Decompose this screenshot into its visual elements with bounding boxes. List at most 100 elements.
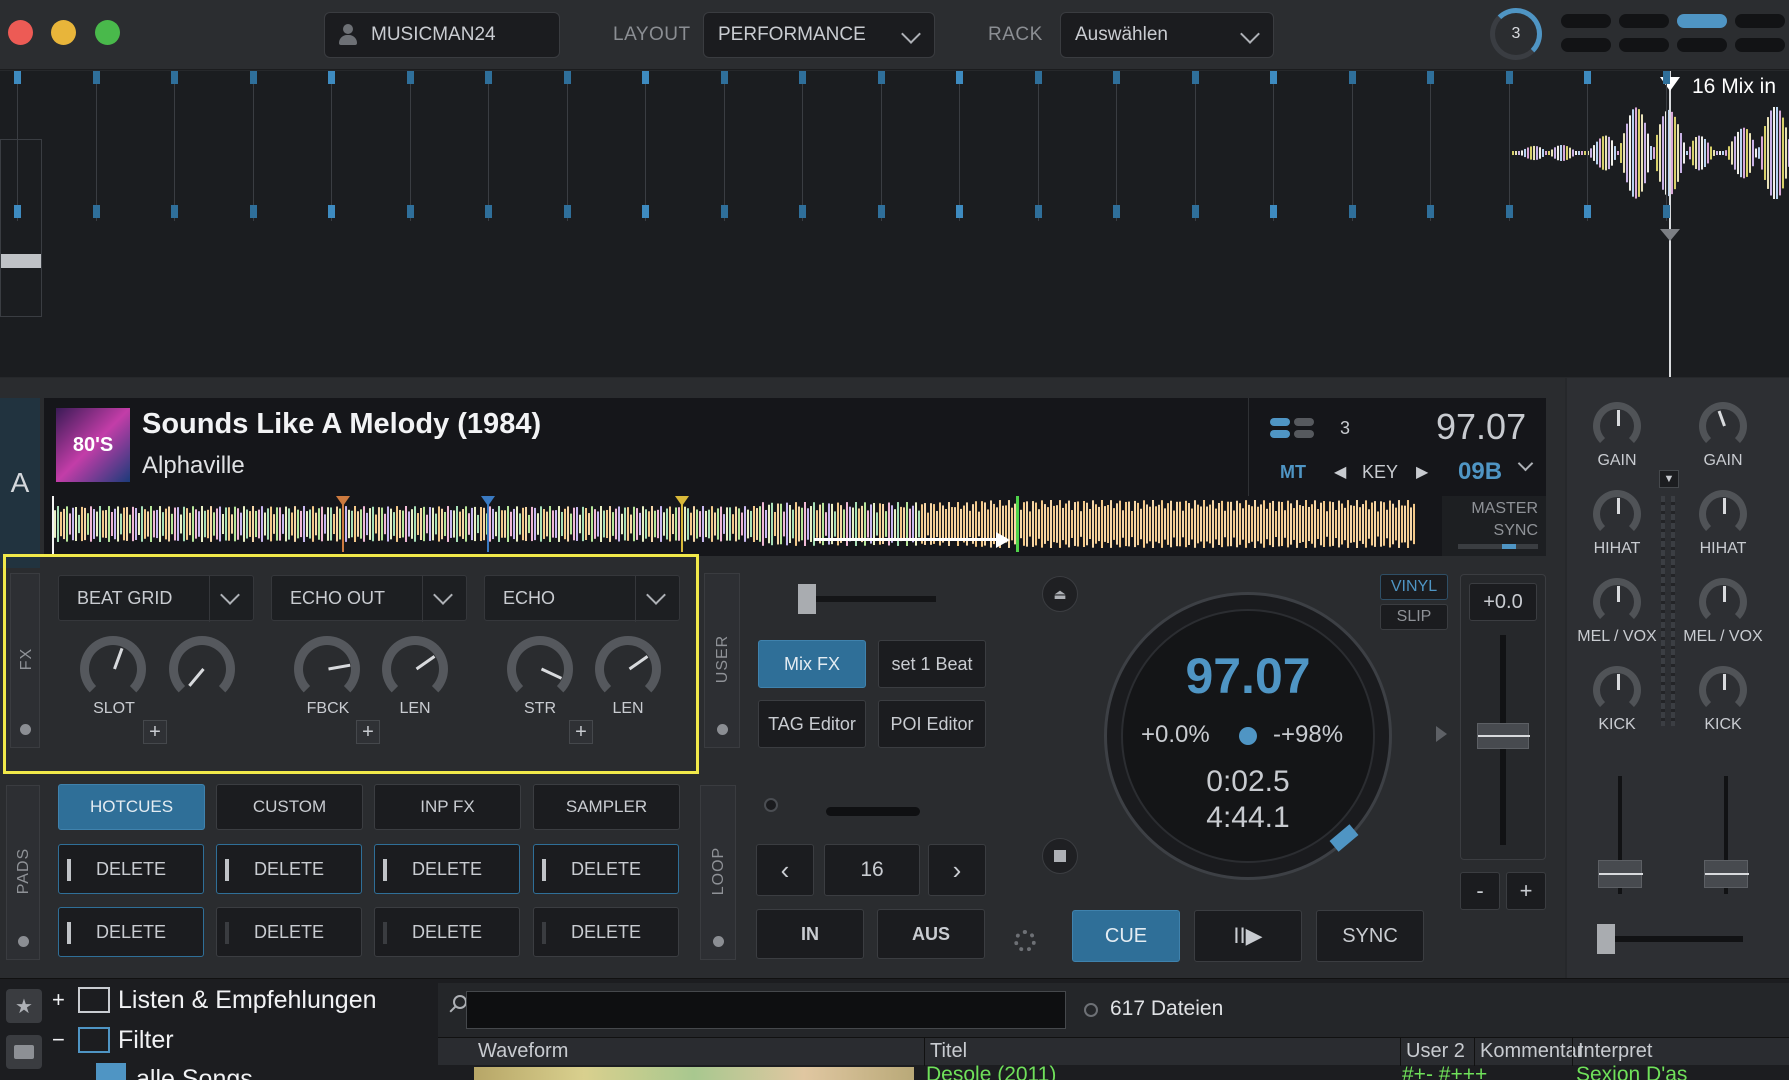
layout-block[interactable]: [1619, 38, 1669, 52]
vinyl-button[interactable]: VINYL: [1380, 574, 1448, 600]
fx-slot-2-select[interactable]: ECHO OUT: [271, 575, 467, 622]
column-waveform[interactable]: Waveform: [478, 1040, 568, 1063]
pads-toggle-led[interactable]: [18, 936, 29, 947]
tag-editor-button[interactable]: TAG Editor: [758, 700, 866, 748]
search-input[interactable]: [466, 991, 1066, 1029]
user-toggle-led[interactable]: [717, 724, 728, 735]
close-window-button[interactable]: [8, 20, 33, 45]
user-slider-track[interactable]: [798, 584, 936, 614]
tab-sampler[interactable]: SAMPLER: [533, 784, 680, 830]
pitch-plus-button[interactable]: +: [1506, 872, 1546, 910]
column-artist[interactable]: Interpret: [1578, 1040, 1652, 1063]
gain-knob-left[interactable]: [1593, 402, 1641, 450]
hotcue-pad-8[interactable]: DELETE: [533, 907, 679, 957]
crossfader-handle[interactable]: [1597, 924, 1615, 954]
user-slider-handle[interactable]: [798, 584, 816, 614]
str-knob[interactable]: [507, 636, 573, 702]
fx-side-tab[interactable]: FX: [10, 573, 40, 748]
loop-size-display[interactable]: 16: [824, 844, 920, 896]
tree-item-lists[interactable]: + Listen & Empfehlungen: [52, 985, 377, 1015]
loop-out-button[interactable]: AUS: [877, 909, 985, 959]
star-icon[interactable]: ★: [6, 989, 42, 1023]
fx-toggle-led[interactable]: [20, 724, 31, 735]
layout-block-active[interactable]: [1677, 14, 1727, 28]
add-fx-button[interactable]: +: [569, 720, 593, 744]
key-value[interactable]: 09B: [1458, 458, 1502, 486]
layout-block[interactable]: [1735, 14, 1785, 28]
mixer-dropdown-button[interactable]: ▼: [1659, 470, 1679, 488]
gain-knob-right[interactable]: [1699, 402, 1747, 450]
hotcue-pad-4[interactable]: DELETE: [533, 844, 679, 894]
volume-fader-handle-right[interactable]: [1704, 860, 1749, 888]
play-pause-button[interactable]: II▶: [1194, 910, 1302, 962]
zoom-scroll-track[interactable]: [0, 139, 42, 317]
mel-vox-knob-left[interactable]: [1593, 578, 1641, 626]
len-knob[interactable]: [382, 636, 448, 702]
tree-item-filter[interactable]: − Filter: [52, 1025, 174, 1055]
crossfader-track[interactable]: [1603, 936, 1743, 942]
deck-layout-icon[interactable]: [1294, 430, 1314, 438]
hotcue-pad-1[interactable]: DELETE: [58, 844, 204, 894]
volume-fader-handle-left[interactable]: [1598, 860, 1643, 888]
layout-block[interactable]: [1677, 38, 1727, 52]
tab-hotcues[interactable]: HOTCUES: [58, 784, 205, 830]
loop-side-tab[interactable]: LOOP: [700, 785, 736, 960]
master-tempo-toggle[interactable]: MT: [1280, 462, 1306, 483]
fx-1-param-knob[interactable]: [169, 636, 235, 702]
hihat-knob-right[interactable]: [1699, 490, 1747, 538]
hotcue-pad-7[interactable]: DELETE: [374, 907, 520, 957]
mix-fx-button[interactable]: Mix FX: [758, 640, 866, 688]
len-knob[interactable]: [595, 636, 661, 702]
layout-block[interactable]: [1735, 38, 1785, 52]
user-account-button[interactable]: MUSICMAN24: [324, 12, 560, 58]
chevron-down-icon[interactable]: [1517, 455, 1534, 472]
tree-toggle[interactable]: +: [52, 987, 70, 1013]
tree-toggle[interactable]: −: [52, 1027, 70, 1053]
layout-select[interactable]: PERFORMANCE: [703, 12, 935, 58]
master-sync-area[interactable]: MASTER SYNC: [1442, 496, 1546, 556]
hotcue-pad-6[interactable]: DELETE: [216, 907, 362, 957]
deck-letter[interactable]: A: [0, 398, 40, 568]
pitch-minus-button[interactable]: -: [1460, 872, 1500, 910]
eject-button[interactable]: ⏏: [1042, 576, 1078, 612]
zoom-window-button[interactable]: [95, 20, 120, 45]
add-fx-button[interactable]: +: [356, 720, 380, 744]
tab-inp-fx[interactable]: INP FX: [374, 784, 521, 830]
master-label[interactable]: MASTER: [1471, 500, 1538, 518]
rack-select[interactable]: Auswählen: [1060, 12, 1274, 58]
fbck-knob[interactable]: [294, 636, 360, 702]
mel-vox-knob-right[interactable]: [1699, 578, 1747, 626]
loop-in-button[interactable]: IN: [756, 909, 864, 959]
loop-double-button[interactable]: ›: [928, 844, 986, 896]
pitch-value[interactable]: +0.0: [1469, 583, 1537, 621]
deck-count-indicator[interactable]: 3: [1490, 8, 1542, 60]
hihat-knob-left[interactable]: [1593, 490, 1641, 538]
layout-block[interactable]: [1561, 14, 1611, 28]
loop-led[interactable]: [764, 798, 778, 812]
jog-platter[interactable]: 97.07 +0.0% -+98% 0:02.5 4:44.1: [1104, 592, 1392, 880]
fx-slot-3-select[interactable]: ECHO: [484, 575, 680, 622]
loop-slider[interactable]: [826, 807, 920, 816]
kick-knob-right[interactable]: [1699, 666, 1747, 714]
deck-layout-icon[interactable]: [1270, 430, 1290, 438]
hotcue-pad-3[interactable]: DELETE: [374, 844, 520, 894]
kick-knob-left[interactable]: [1593, 666, 1641, 714]
arrow-right-icon[interactable]: [1436, 726, 1447, 742]
hotcue-pad-2[interactable]: DELETE: [216, 844, 362, 894]
pitch-fader-handle[interactable]: [1477, 723, 1530, 749]
tree-item-all-songs[interactable]: alle Songs: [96, 1063, 253, 1080]
table-row[interactable]: Desole (2011) #+- #+++ Sexion D'as: [438, 1065, 1789, 1080]
tab-custom[interactable]: CUSTOM: [216, 784, 363, 830]
sync-label[interactable]: SYNC: [1494, 522, 1538, 540]
loop-toggle-led[interactable]: [713, 936, 724, 947]
layout-block[interactable]: [1619, 14, 1669, 28]
column-title[interactable]: Titel: [930, 1040, 967, 1063]
set-1-beat-button[interactable]: set 1 Beat: [878, 640, 986, 688]
hotcue-pad-5[interactable]: DELETE: [58, 907, 204, 957]
sync-button[interactable]: SYNC: [1316, 910, 1424, 962]
gear-icon[interactable]: [1014, 930, 1036, 952]
zoom-scroll-handle[interactable]: [1, 254, 41, 268]
slip-button[interactable]: SLIP: [1380, 604, 1448, 630]
scrolling-waveform-area[interactable]: 16 Mix in: [0, 71, 1789, 377]
layout-block[interactable]: [1561, 38, 1611, 52]
